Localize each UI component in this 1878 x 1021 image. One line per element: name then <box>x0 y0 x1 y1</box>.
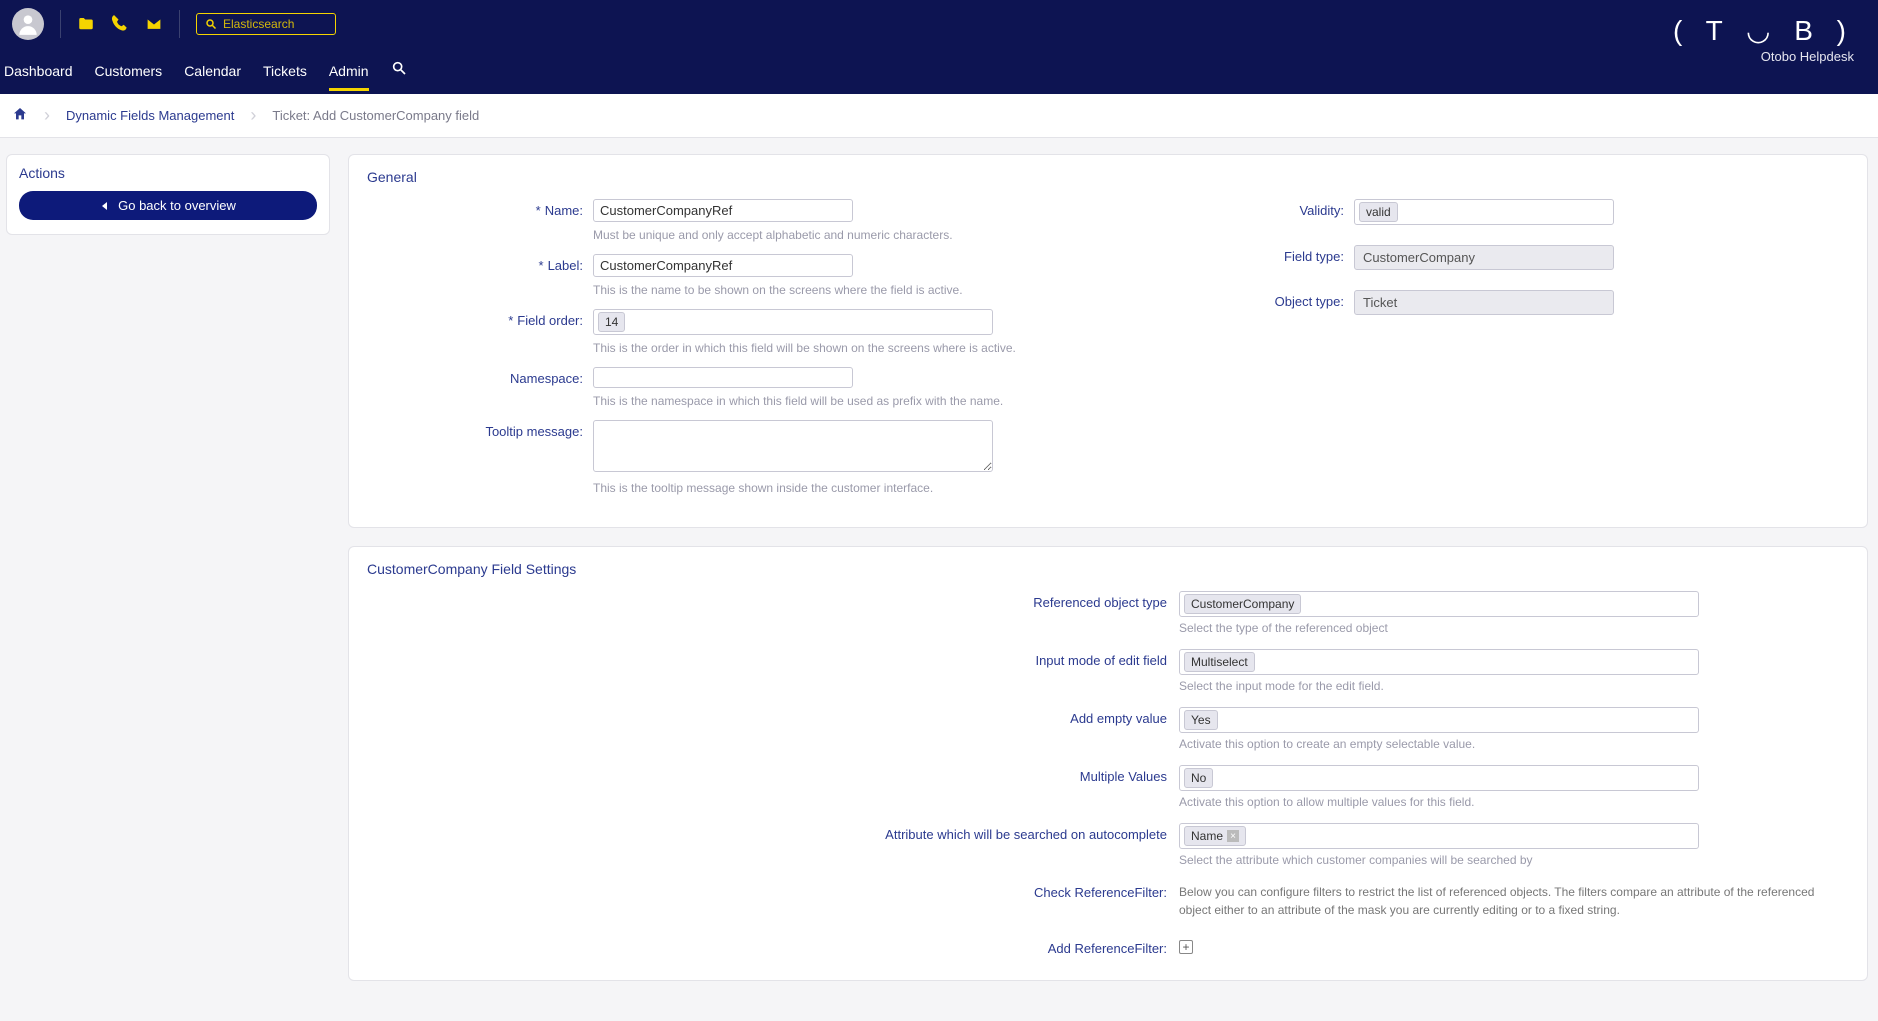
empty-hint: Activate this option to create an empty … <box>1179 737 1849 751</box>
general-panel: General *Name: Must be unique and only a… <box>348 154 1868 528</box>
refobj-select[interactable]: CustomerCompany <box>1179 591 1699 617</box>
phone-icon[interactable] <box>111 15 129 33</box>
go-back-button[interactable]: Go back to overview <box>19 191 317 220</box>
empty-label: Add empty value <box>367 707 1179 726</box>
separator <box>60 10 61 38</box>
nav-dashboard[interactable]: Dashboard <box>4 57 73 91</box>
multi-hint: Activate this option to allow multiple v… <box>1179 795 1849 809</box>
breadcrumb: › Dynamic Fields Management › Ticket: Ad… <box>0 94 1878 138</box>
folder-icon[interactable] <box>77 15 95 33</box>
attr-hint: Select the attribute which customer comp… <box>1179 853 1849 867</box>
breadcrumb-current: Ticket: Add CustomerCompany field <box>272 108 479 123</box>
inputmode-label: Input mode of edit field <box>367 649 1179 668</box>
fieldtype-value: CustomerCompany <box>1354 245 1614 270</box>
mail-icon[interactable] <box>145 15 163 33</box>
fieldtype-label: Field type: <box>1284 249 1344 264</box>
go-back-label: Go back to overview <box>118 198 236 213</box>
nav-search-icon[interactable] <box>391 54 407 91</box>
actions-title: Actions <box>19 165 317 181</box>
objecttype-value: Ticket <box>1354 290 1614 315</box>
multi-label: Multiple Values <box>367 765 1179 784</box>
validity-select[interactable]: valid <box>1354 199 1614 225</box>
objecttype-label: Object type: <box>1275 294 1344 309</box>
addref-label: Add ReferenceFilter: <box>367 937 1179 956</box>
tooltip-textarea[interactable] <box>593 420 993 472</box>
label-hint: This is the name to be shown on the scre… <box>593 283 1088 297</box>
order-label: Field order: <box>517 313 583 328</box>
home-icon[interactable] <box>12 106 28 125</box>
remove-icon[interactable]: × <box>1227 830 1239 842</box>
label-label: Label: <box>548 258 583 273</box>
topbar: ( T ◡ B ) Otobo Helpdesk Dashboard Custo… <box>0 0 1878 94</box>
namespace-hint: This is the namespace in which this fiel… <box>593 394 1088 408</box>
tooltip-label: Tooltip message: <box>485 424 583 439</box>
attr-select[interactable]: Name× <box>1179 823 1699 849</box>
multi-select[interactable]: No <box>1179 765 1699 791</box>
nav-admin[interactable]: Admin <box>329 57 369 91</box>
check-label: Check ReferenceFilter: <box>367 881 1179 900</box>
name-hint: Must be unique and only accept alphabeti… <box>593 228 1088 242</box>
refobj-label: Referenced object type <box>367 591 1179 610</box>
nav-customers[interactable]: Customers <box>95 57 163 91</box>
order-hint: This is the order in which this field wi… <box>593 341 1088 355</box>
fulltext-search[interactable] <box>196 13 336 35</box>
name-label: Name: <box>545 203 583 218</box>
check-text: Below you can configure filters to restr… <box>1179 883 1849 919</box>
separator <box>179 10 180 38</box>
general-title: General <box>367 169 1849 185</box>
main-nav: Dashboard Customers Calendar Tickets Adm… <box>0 40 1878 91</box>
actions-card: Actions Go back to overview <box>6 154 330 235</box>
nav-calendar[interactable]: Calendar <box>184 57 241 91</box>
brand-logo: ( T ◡ B ) <box>1673 14 1854 47</box>
inputmode-hint: Select the input mode for the edit field… <box>1179 679 1849 693</box>
settings-title: CustomerCompany Field Settings <box>367 561 1849 577</box>
tooltip-hint: This is the tooltip message shown inside… <box>593 481 1088 495</box>
chevron-right-icon: › <box>244 105 262 126</box>
order-select[interactable]: 14 <box>593 309 993 335</box>
namespace-select[interactable] <box>593 367 853 388</box>
settings-panel: CustomerCompany Field Settings Reference… <box>348 546 1868 981</box>
name-input[interactable] <box>593 199 853 222</box>
label-input[interactable] <box>593 254 853 277</box>
refobj-hint: Select the type of the referenced object <box>1179 621 1849 635</box>
inputmode-select[interactable]: Multiselect <box>1179 649 1699 675</box>
breadcrumb-link[interactable]: Dynamic Fields Management <box>66 108 234 123</box>
validity-label: Validity: <box>1299 203 1344 218</box>
chevron-right-icon: › <box>38 105 56 126</box>
nav-tickets[interactable]: Tickets <box>263 57 307 91</box>
empty-select[interactable]: Yes <box>1179 707 1699 733</box>
add-referencefilter-button[interactable]: + <box>1179 940 1193 954</box>
namespace-label: Namespace: <box>510 371 583 386</box>
brand: ( T ◡ B ) Otobo Helpdesk <box>1673 14 1854 64</box>
attr-label: Attribute which will be searched on auto… <box>367 823 1179 842</box>
search-input[interactable] <box>223 17 323 31</box>
brand-name: Otobo Helpdesk <box>1673 49 1854 64</box>
avatar[interactable] <box>12 8 44 40</box>
